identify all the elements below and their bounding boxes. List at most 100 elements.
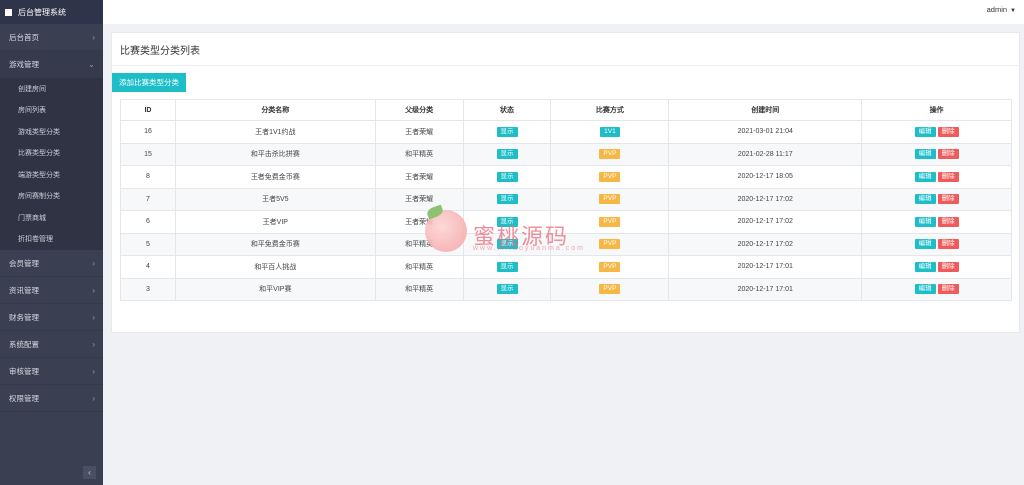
delete-button[interactable]: 删除 — [937, 216, 959, 227]
table-cell: 2020-12-17 17:02 — [668, 232, 863, 256]
delete-button[interactable]: 删除 — [937, 239, 959, 250]
table-cell: 2020-12-17 17:01 — [668, 255, 863, 279]
edit-button[interactable]: 编辑 — [914, 194, 936, 205]
mode-badge: 1V1 — [600, 126, 620, 137]
mode-badge: PVP — [599, 216, 621, 227]
delete-button[interactable]: 删除 — [937, 126, 959, 137]
sidebar-item[interactable]: 权限管理 › — [0, 385, 103, 412]
user-menu[interactable]: admin ▼ — [987, 5, 1016, 14]
table-cell: 和平VIP赛 — [174, 277, 376, 301]
actions-cell: 编辑 删除 — [861, 255, 1012, 279]
sidebar-submenu: 创建房间 房间列表 游戏类型分类 比赛类型分类 端游类型分类 房间赛制分类 门票商城 折扣卷管… — [0, 78, 103, 250]
content-panel: 比赛类型分类列表 添加比赛类型分类 ID 分类名称 父级分类 状态 比赛方式 创建时间 操作… — [111, 32, 1020, 333]
table-cell: 8 — [120, 165, 176, 189]
sidebar-subitem[interactable]: 房间列表 — [0, 100, 103, 122]
sidebar-subitem[interactable]: 房间赛制分类 — [0, 186, 103, 208]
table-cell: 王者荣耀 — [374, 165, 464, 189]
delete-button[interactable]: 删除 — [937, 194, 959, 205]
sidebar-item[interactable]: 游戏管理 ⌄ — [0, 51, 103, 78]
edit-button[interactable]: 编辑 — [914, 284, 936, 295]
sidebar-subitem[interactable]: 游戏类型分类 — [0, 121, 103, 143]
table-cell: PVP — [550, 165, 670, 189]
sidebar-item[interactable]: 财务管理 › — [0, 304, 103, 331]
logo-icon — [5, 8, 12, 16]
table-cell: 5 — [120, 232, 176, 256]
watermark-url: www.mitaoyuanma.com — [473, 245, 585, 252]
table-row: 3 和平VIP赛 和平精英 显示 PVP 2020-12-17 17:01 编辑 删除 — [120, 277, 1012, 301]
watermark: 蜜桃源码 www.mitaoyuanma.com — [425, 204, 583, 257]
sidebar-item[interactable]: 系统配置 › — [0, 331, 103, 358]
mode-badge: PVP — [599, 239, 621, 250]
table-row: 8 王者免费金币赛 王者荣耀 显示 PVP 2020-12-17 18:05 编辑 删除 — [120, 165, 1012, 189]
table-row: 4 和平百人挑战 和平精英 显示 PVP 2020-12-17 17:01 编辑 删除 — [120, 255, 1012, 279]
sidebar-item-label: 游戏管理 — [9, 59, 39, 69]
collapse-sidebar-button[interactable]: ‹ — [83, 466, 96, 479]
table-cell: 2020-12-17 17:01 — [668, 277, 863, 301]
sidebar-subitem[interactable]: 折扣卷管理 — [0, 229, 103, 251]
status-badge: 显示 — [496, 194, 518, 205]
category-table: ID 分类名称 父级分类 状态 比赛方式 创建时间 操作 16 王者1V1约战 王者荣耀 显示 1V… — [120, 99, 1012, 301]
table-cell: PVP — [550, 277, 670, 301]
table-cell: 王者1V1约战 — [174, 120, 376, 144]
sidebar-item[interactable]: 审核管理 › — [0, 358, 103, 385]
table-cell: 和平精英 — [374, 255, 464, 279]
sidebar-item[interactable]: 会员管理 › — [0, 250, 103, 277]
table-cell: 和平精英 — [374, 142, 464, 166]
table-cell: 显示 — [462, 255, 552, 279]
table-cell: 3 — [120, 277, 176, 301]
delete-button[interactable]: 删除 — [937, 284, 959, 295]
table-cell: 15 — [120, 142, 176, 166]
delete-button[interactable]: 删除 — [937, 171, 959, 182]
column-header: 操作 — [861, 99, 1012, 121]
sidebar-subitem[interactable]: 比赛类型分类 — [0, 143, 103, 165]
column-header: 比赛方式 — [550, 99, 670, 121]
edit-button[interactable]: 编辑 — [914, 171, 936, 182]
sidebar-subitem[interactable]: 端游类型分类 — [0, 164, 103, 186]
status-badge: 显示 — [496, 149, 518, 160]
table-cell: 王者5V5 — [174, 187, 376, 211]
delete-button[interactable]: 删除 — [937, 261, 959, 272]
mode-badge: PVP — [599, 171, 621, 182]
sidebar-item-label: 后台首页 — [9, 32, 39, 42]
column-header: 状态 — [462, 99, 552, 121]
mode-badge: PVP — [599, 284, 621, 295]
delete-button[interactable]: 删除 — [937, 149, 959, 160]
edit-button[interactable]: 编辑 — [914, 149, 936, 160]
table-row: 15 和平击杀比拼赛 和平精英 显示 PVP 2021-02-28 11:17 编辑 删除 — [120, 142, 1012, 166]
edit-button[interactable]: 编辑 — [914, 126, 936, 137]
table-cell: 显示 — [462, 277, 552, 301]
sidebar-nav: 后台首页 › 游戏管理 ⌄ 创建房间 房间列表 游戏类型分类 比赛类型分类 端游类型分类 房间赛制… — [0, 24, 103, 412]
sidebar-subitem[interactable]: 门票商城 — [0, 207, 103, 229]
caret-down-icon: ▼ — [1010, 8, 1016, 14]
table-cell: 显示 — [462, 142, 552, 166]
sidebar-item[interactable]: 资讯管理 › — [0, 277, 103, 304]
table-cell: 2020-12-17 18:05 — [668, 165, 863, 189]
add-category-button[interactable]: 添加比赛类型分类 — [112, 73, 186, 92]
table-cell: 4 — [120, 255, 176, 279]
chevron-down-icon: ⌄ — [88, 59, 95, 69]
edit-button[interactable]: 编辑 — [914, 239, 936, 250]
sidebar-item-label: 权限管理 — [9, 393, 39, 403]
table-cell: PVP — [550, 142, 670, 166]
mode-badge: PVP — [599, 261, 621, 272]
sidebar-item[interactable]: 后台首页 › — [0, 24, 103, 51]
actions-cell: 编辑 删除 — [861, 277, 1012, 301]
sidebar-item-label: 资讯管理 — [9, 285, 39, 295]
table-cell: 王者荣耀 — [374, 120, 464, 144]
table-cell: 1V1 — [550, 120, 670, 144]
column-header: 父级分类 — [374, 99, 464, 121]
edit-button[interactable]: 编辑 — [914, 261, 936, 272]
sidebar-subitem[interactable]: 创建房间 — [0, 78, 103, 100]
mode-badge: PVP — [599, 149, 621, 160]
brand-title: 后台管理系统 — [18, 7, 66, 17]
chevron-right-icon: › — [92, 339, 95, 349]
table-cell: 王者VIP — [174, 210, 376, 234]
table-cell: 和平百人挑战 — [174, 255, 376, 279]
table-cell: 2020-12-17 17:02 — [668, 210, 863, 234]
sidebar-item-label: 系统配置 — [9, 339, 39, 349]
sidebar: 后台管理系统 后台首页 › 游戏管理 ⌄ 创建房间 房间列表 游戏类型分类 比赛类型分类 端游类… — [0, 0, 103, 485]
column-header: ID — [120, 99, 176, 121]
table-cell: 显示 — [462, 120, 552, 144]
edit-button[interactable]: 编辑 — [914, 216, 936, 227]
table-cell: 7 — [120, 187, 176, 211]
